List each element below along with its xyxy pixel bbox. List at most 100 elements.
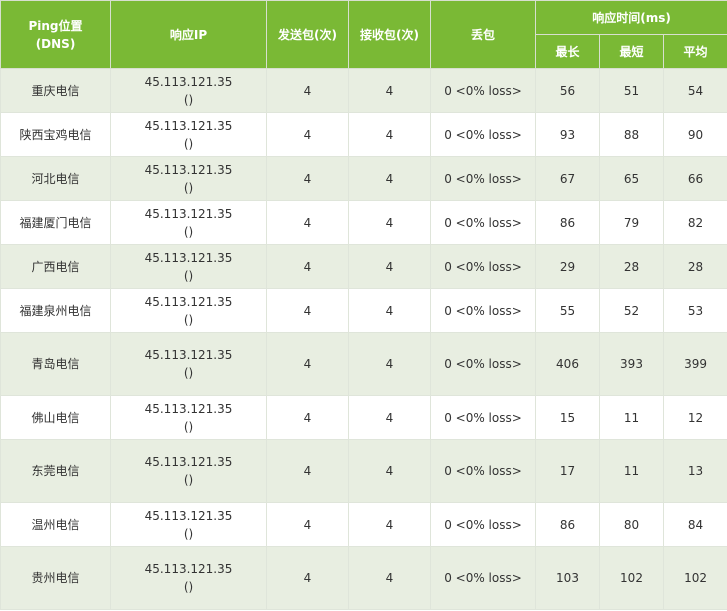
cell-max: 103 xyxy=(535,546,600,610)
cell-sent: 4 xyxy=(266,244,349,289)
col-header-received: 接收包(次) xyxy=(348,0,431,69)
table-row: 佛山电信 45.113.121.35() 4 4 0 <0% loss> 15 11 12 xyxy=(0,395,727,440)
cell-ip: 45.113.121.35 () xyxy=(110,156,267,201)
cell-max: 56 xyxy=(535,68,600,113)
cell-ip: 45.113.121.35 () xyxy=(110,68,267,113)
table-row: 东莞电信 45.113.121.35() 4 4 0 <0% loss> 17 11 13 xyxy=(0,439,727,503)
cell-avg: 90 xyxy=(662,112,727,157)
cell-ip: 45.113.121.35 () xyxy=(110,546,267,610)
cell-received: 4 xyxy=(348,439,431,503)
cell-max: 86 xyxy=(535,502,600,547)
table-row: 福建泉州电信 45.113.121.35() 4 4 0 <0% loss> 55 52 53 xyxy=(0,288,727,333)
col-header-avg: 平均 xyxy=(662,34,727,69)
cell-loss: 0 <0% loss> xyxy=(430,395,536,440)
ip-location: () xyxy=(183,580,194,594)
ip-address: 45.113.121.35 xyxy=(144,401,233,416)
cell-sent: 4 xyxy=(266,200,349,245)
col-header-min: 最短 xyxy=(599,34,664,69)
ip-location: () xyxy=(183,180,194,195)
cell-sent: 4 xyxy=(266,288,349,333)
cell-ip: 45.113.121.35 () xyxy=(110,332,267,396)
ip-location: () xyxy=(183,268,194,283)
cell-max: 406 xyxy=(535,332,600,396)
cell-loss: 0 <0% loss> xyxy=(430,68,536,113)
cell-loss: 0 <0% loss> xyxy=(430,439,536,503)
cell-location: 青岛电信 xyxy=(0,332,111,396)
ip-location: () xyxy=(183,312,194,327)
cell-sent: 4 xyxy=(266,395,349,440)
cell-avg: 28 xyxy=(662,244,727,289)
ip-address: 45.113.121.35 xyxy=(144,562,233,576)
table-row: 陕西宝鸡电信 45.113.121.35() 4 4 0 <0% loss> 93 88 90 xyxy=(0,112,727,157)
ip-location: () xyxy=(183,366,194,380)
cell-location: 福建泉州电信 xyxy=(0,288,111,333)
cell-location: 广西电信 xyxy=(0,244,111,289)
cell-max: 55 xyxy=(535,288,600,333)
cell-min: 51 xyxy=(599,68,664,113)
col-header-location: Ping位置 (DNS) xyxy=(0,0,111,69)
cell-ip: 45.113.121.35 () xyxy=(110,244,267,289)
cell-avg: 13 xyxy=(662,439,727,503)
cell-max: 29 xyxy=(535,244,600,289)
cell-loss: 0 <0% loss> xyxy=(430,288,536,333)
cell-received: 4 xyxy=(348,288,431,333)
cell-received: 4 xyxy=(348,68,431,113)
cell-loss: 0 <0% loss> xyxy=(430,156,536,201)
ip-address: 45.113.121.35 xyxy=(144,348,233,362)
table-row: 贵州电信 45.113.121.35() 4 4 0 <0% loss> 103 102 10… xyxy=(0,546,727,610)
table-row: 广西电信 45.113.121.35() 4 4 0 <0% loss> 29 28 28 xyxy=(0,244,727,289)
cell-min: 102 xyxy=(599,546,664,610)
cell-min: 52 xyxy=(599,288,664,333)
cell-min: 88 xyxy=(599,112,664,157)
cell-loss: 0 <0% loss> xyxy=(430,546,536,610)
cell-min: 79 xyxy=(599,200,664,245)
ping-results-body: 重庆电信 45.113.121.35() 4 4 0 <0% loss> 56 51 54 陕西… xyxy=(0,68,727,610)
ip-address: 45.113.121.35 xyxy=(144,250,233,265)
col-header-response-time: 响应时间(ms) xyxy=(534,0,727,35)
cell-max: 86 xyxy=(535,200,600,245)
cell-sent: 4 xyxy=(266,332,349,396)
cell-sent: 4 xyxy=(266,68,349,113)
ip-address: 45.113.121.35 xyxy=(144,294,233,309)
ip-location: () xyxy=(183,526,194,541)
ip-location: () xyxy=(183,136,194,151)
ping-results-table: Ping位置 (DNS) 响应IP 发送包(次) 接收包(次) 丢包 响应时间(… xyxy=(0,0,727,610)
col-header-max: 最长 xyxy=(535,34,600,69)
cell-location: 重庆电信 xyxy=(0,68,111,113)
cell-ip: 45.113.121.35 () xyxy=(110,439,267,503)
cell-max: 93 xyxy=(535,112,600,157)
cell-sent: 4 xyxy=(266,502,349,547)
cell-received: 4 xyxy=(348,200,431,245)
ip-address: 45.113.121.35 xyxy=(144,206,233,221)
cell-max: 67 xyxy=(535,156,600,201)
cell-location: 河北电信 xyxy=(0,156,111,201)
cell-received: 4 xyxy=(348,546,431,610)
cell-min: 393 xyxy=(599,332,664,396)
cell-avg: 66 xyxy=(662,156,727,201)
cell-min: 65 xyxy=(599,156,664,201)
ip-address: 45.113.121.35 xyxy=(144,74,233,89)
ip-address: 45.113.121.35 xyxy=(144,455,233,469)
cell-sent: 4 xyxy=(266,546,349,610)
cell-received: 4 xyxy=(348,332,431,396)
ip-location: () xyxy=(183,92,194,107)
cell-location: 陕西宝鸡电信 xyxy=(0,112,111,157)
cell-loss: 0 <0% loss> xyxy=(430,244,536,289)
ip-address: 45.113.121.35 xyxy=(144,118,233,133)
table-row: 温州电信 45.113.121.35() 4 4 0 <0% loss> 86 80 84 xyxy=(0,502,727,547)
cell-min: 80 xyxy=(599,502,664,547)
table-row: 河北电信 45.113.121.35() 4 4 0 <0% loss> 67 65 66 xyxy=(0,156,727,201)
cell-received: 4 xyxy=(348,395,431,440)
ip-location: () xyxy=(183,419,194,434)
cell-min: 11 xyxy=(599,395,664,440)
cell-ip: 45.113.121.35 () xyxy=(110,200,267,245)
col-header-sent: 发送包(次) xyxy=(266,0,349,69)
cell-ip: 45.113.121.35 () xyxy=(110,288,267,333)
cell-ip: 45.113.121.35 () xyxy=(110,395,267,440)
col-header-loss: 丢包 xyxy=(430,0,536,69)
cell-avg: 12 xyxy=(662,395,727,440)
cell-location: 贵州电信 xyxy=(0,546,111,610)
cell-received: 4 xyxy=(348,112,431,157)
table-row: 重庆电信 45.113.121.35() 4 4 0 <0% loss> 56 51 54 xyxy=(0,68,727,113)
cell-avg: 82 xyxy=(662,200,727,245)
